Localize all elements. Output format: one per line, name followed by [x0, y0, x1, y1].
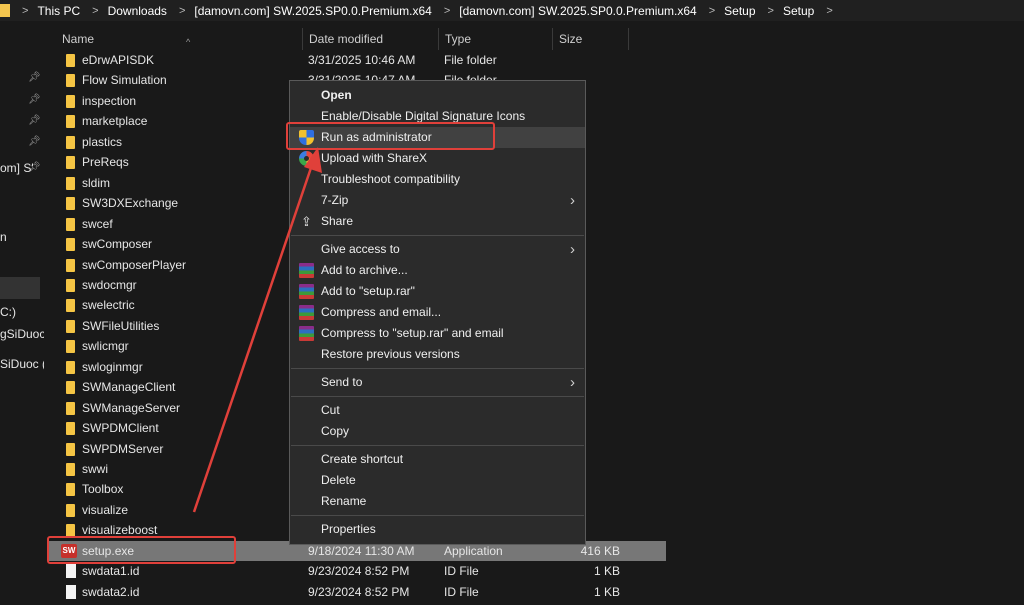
annotation-arrow: [192, 147, 322, 513]
